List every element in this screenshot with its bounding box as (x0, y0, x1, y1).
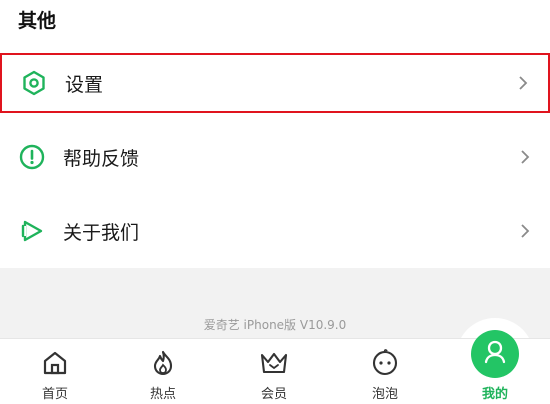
bottom-tab-bar: 首页 热点 会员 泡泡 我的 (0, 338, 550, 404)
crown-icon (259, 348, 289, 378)
tab-label: 我的 (481, 387, 508, 402)
chevron-right-icon (518, 224, 532, 238)
tab-label: 泡泡 (371, 387, 398, 402)
exclamation-circle-icon (18, 143, 46, 171)
settings-list-panel: 其他 设置 帮助反馈 关于我们 (0, 0, 550, 268)
menu-item-label: 关于我们 (63, 221, 140, 244)
chevron-right-icon (516, 76, 530, 90)
menu-item-label: 帮助反馈 (63, 147, 140, 170)
tab-mine-active-button[interactable] (471, 330, 519, 378)
play-logo-icon (18, 217, 46, 245)
tab-vip[interactable]: 会员 (219, 339, 329, 404)
bubble-face-icon (370, 348, 400, 378)
tab-label: 热点 (149, 387, 176, 402)
section-title: 其他 (18, 10, 57, 32)
gear-hex-icon (20, 69, 48, 97)
chevron-right-icon (518, 150, 532, 164)
menu-item-label: 设置 (65, 73, 104, 96)
menu-item-help-feedback[interactable]: 帮助反馈 (0, 127, 550, 187)
tab-hot[interactable]: 热点 (108, 339, 218, 404)
menu-item-settings[interactable]: 设置 (0, 53, 550, 113)
user-icon (481, 338, 509, 370)
flame-icon (148, 348, 178, 378)
home-icon (40, 348, 70, 378)
tab-bubble[interactable]: 泡泡 (330, 339, 440, 404)
menu-item-about-us[interactable]: 关于我们 (0, 201, 550, 261)
tab-home[interactable]: 首页 (0, 339, 110, 404)
tab-label: 会员 (260, 387, 287, 402)
tab-label: 首页 (41, 387, 68, 402)
